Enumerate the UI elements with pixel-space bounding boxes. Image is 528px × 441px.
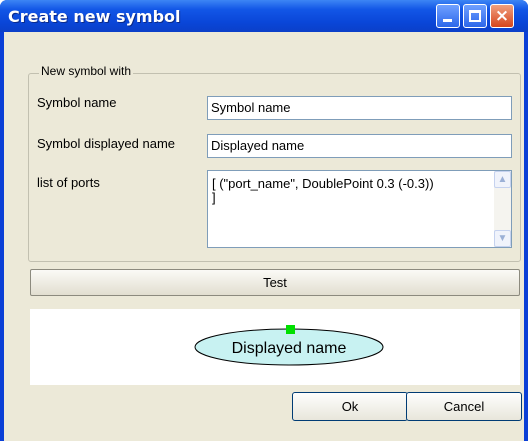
displayed-name-label: Symbol displayed name	[37, 136, 176, 151]
maximize-button[interactable]	[463, 4, 487, 28]
displayed-name-input[interactable]: Displayed name	[207, 134, 512, 158]
close-icon: ×	[494, 6, 510, 26]
close-button[interactable]: ×	[490, 4, 514, 28]
window-title: Create new symbol	[8, 7, 181, 26]
ports-label: list of ports	[37, 175, 100, 190]
scroll-up-icon[interactable]: ▲	[494, 171, 511, 188]
symbol-preview-svg: Displayed name	[194, 325, 384, 366]
ports-textarea[interactable]: [ ("port_name", DoublePoint 0.3 (-0.3)) …	[207, 170, 512, 248]
minimize-button[interactable]	[436, 4, 460, 28]
minimize-icon	[443, 19, 452, 22]
scroll-down-icon[interactable]: ▼	[494, 230, 511, 247]
symbol-label: Displayed name	[232, 340, 347, 357]
ports-line-2: ]	[212, 190, 216, 205]
ports-scrollbar[interactable]: ▲ ▼	[494, 171, 511, 247]
maximize-icon	[469, 10, 481, 22]
title-bar[interactable]: Create new symbol ×	[0, 0, 528, 32]
symbol-name-input[interactable]: Symbol name	[207, 96, 512, 120]
ports-line-1: [ ("port_name", DoublePoint 0.3 (-0.3))	[212, 176, 434, 191]
cancel-button[interactable]: Cancel	[406, 392, 522, 421]
symbol-preview-canvas: Displayed name	[30, 309, 520, 385]
symbol-port	[286, 325, 295, 334]
symbol-name-label: Symbol name	[37, 95, 117, 110]
ok-button[interactable]: Ok	[292, 392, 408, 421]
groupbox-legend: New symbol with	[39, 64, 134, 78]
test-button[interactable]: Test	[30, 269, 520, 296]
